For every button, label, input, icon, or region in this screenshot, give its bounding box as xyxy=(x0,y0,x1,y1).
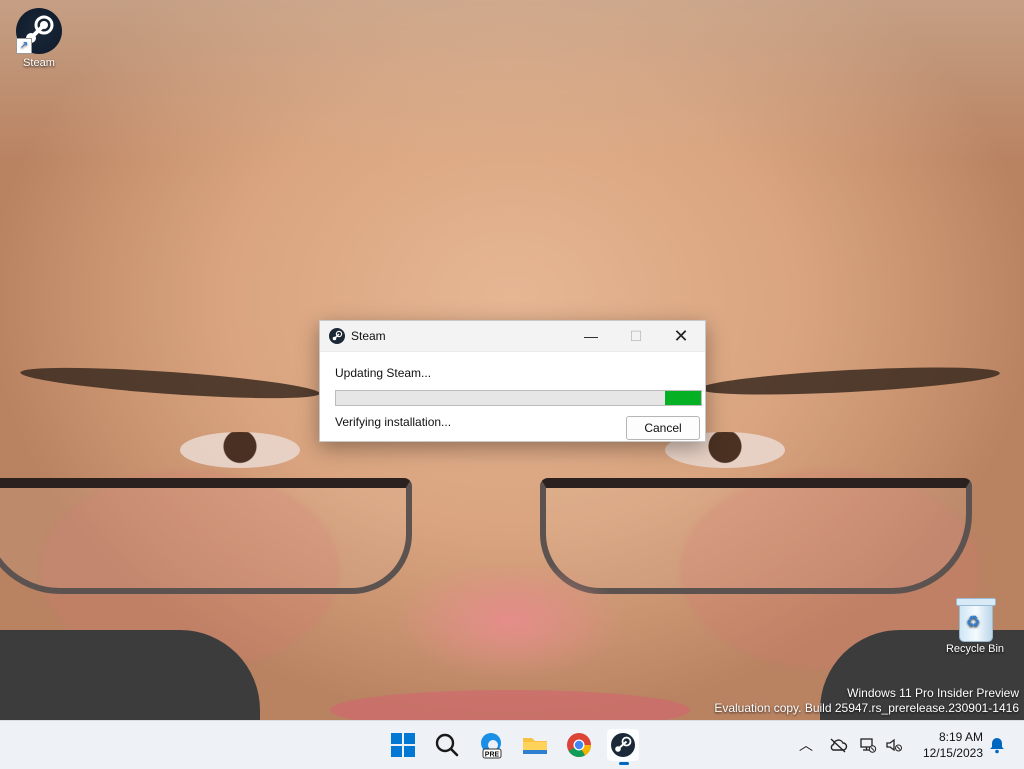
dialog-title: Steam xyxy=(351,329,386,343)
recycle-bin-icon: ♻ xyxy=(956,596,996,642)
desktop-icon-steam[interactable]: ↗ Steam xyxy=(1,8,77,69)
taskbar-app-edge-pre[interactable]: PRE xyxy=(475,729,507,761)
update-detail-text: Verifying installation... xyxy=(335,415,452,429)
maximize-button[interactable]: ☐ xyxy=(613,321,659,351)
chevron-up-icon: ︿ xyxy=(799,737,813,753)
speaker-muted-icon xyxy=(886,738,902,752)
onedrive-tray-button[interactable] xyxy=(828,735,848,755)
steam-update-dialog: Steam — ☐ ✕ Updating Steam... Verifying … xyxy=(319,320,706,442)
show-hidden-icons-button[interactable]: ︿ xyxy=(796,735,816,755)
windows-logo-icon xyxy=(391,733,415,757)
desktop-icon-recycle-bin[interactable]: ♻ Recycle Bin xyxy=(937,596,1013,655)
windows-watermark: Windows 11 Pro Insider Preview Evaluatio… xyxy=(714,686,1019,716)
update-progress-bar xyxy=(335,390,702,406)
watermark-line-1: Windows 11 Pro Insider Preview xyxy=(847,686,1019,700)
minimize-button[interactable]: — xyxy=(568,321,614,351)
shortcut-arrow-icon: ↗ xyxy=(16,38,32,54)
edge-icon: PRE xyxy=(481,733,502,759)
update-status-text: Updating Steam... xyxy=(335,366,432,380)
taskbar-app-file-explorer[interactable] xyxy=(519,729,551,761)
notifications-button[interactable] xyxy=(987,735,1007,755)
volume-tray-button[interactable] xyxy=(884,735,904,755)
cloud-offline-icon xyxy=(830,738,848,753)
steam-icon xyxy=(611,733,635,757)
cancel-button[interactable]: Cancel xyxy=(626,416,700,440)
clock-time: 8:19 AM xyxy=(938,730,983,744)
steam-icon: ↗ xyxy=(16,8,62,54)
folder-icon xyxy=(523,738,547,754)
taskbar-clock[interactable]: 8:19 AM 12/15/2023 xyxy=(915,729,983,761)
watermark-line-2: Evaluation copy. Build 25947.rs_prerelea… xyxy=(714,701,1019,715)
network-tray-button[interactable] xyxy=(858,735,878,755)
svg-text:PRE: PRE xyxy=(485,752,500,759)
active-app-indicator xyxy=(619,762,629,765)
search-icon xyxy=(435,733,459,757)
bell-icon xyxy=(990,738,1004,754)
taskbar-app-steam[interactable] xyxy=(607,729,639,765)
steam-icon xyxy=(329,328,345,344)
chrome-icon xyxy=(567,733,591,758)
start-button[interactable] xyxy=(387,729,419,761)
close-button[interactable]: ✕ xyxy=(658,321,704,351)
desktop-icon-label: Steam xyxy=(23,57,55,69)
search-button[interactable] xyxy=(431,729,463,761)
taskbar-app-chrome[interactable] xyxy=(563,729,595,761)
dialog-titlebar[interactable]: Steam — ☐ ✕ xyxy=(320,321,705,352)
taskbar: PRE ︿ 8:19 AM 12/15/2023 xyxy=(0,720,1024,769)
network-disconnected-icon xyxy=(860,738,877,753)
progress-fill xyxy=(664,391,701,405)
clock-date: 12/15/2023 xyxy=(922,746,983,760)
desktop-icon-label: Recycle Bin xyxy=(945,643,1005,655)
